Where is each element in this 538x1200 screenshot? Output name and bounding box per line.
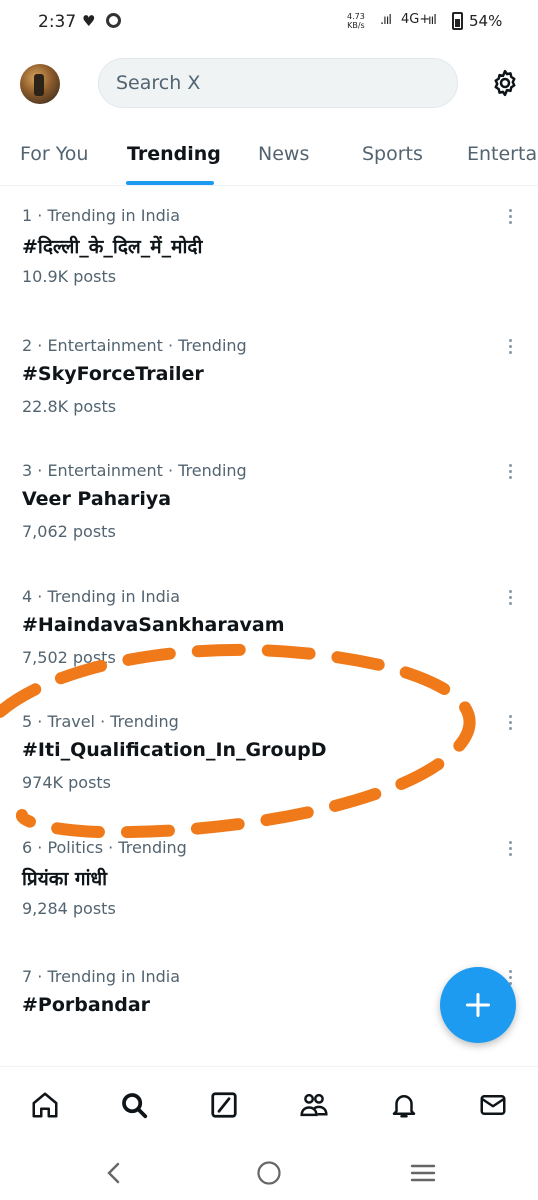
trend-post-count: 7,062 posts xyxy=(22,522,116,541)
more-options-icon[interactable] xyxy=(500,334,520,358)
grok-icon xyxy=(211,1092,237,1118)
mail-icon xyxy=(480,1095,506,1115)
tab-news[interactable]: News xyxy=(258,143,309,165)
more-options-icon[interactable] xyxy=(500,585,520,609)
nav-messages[interactable] xyxy=(475,1087,511,1123)
trend-item[interactable]: 2 · Entertainment · Trending #SkyForceTr… xyxy=(0,336,538,456)
search-input[interactable]: Search X xyxy=(98,58,458,108)
trend-context: 7 · Trending in India xyxy=(22,967,180,986)
trend-context: 6 · Politics · Trending xyxy=(22,838,187,857)
network-speed-unit: KB/s xyxy=(347,21,365,30)
tab-trending[interactable]: Trending xyxy=(127,143,221,165)
battery-level: 54% xyxy=(469,12,503,30)
tab-entertainment[interactable]: Enterta xyxy=(467,143,537,165)
more-options-icon[interactable] xyxy=(500,459,520,483)
nav-grok[interactable] xyxy=(206,1087,242,1123)
trend-item[interactable]: 3 · Entertainment · Trending Veer Pahari… xyxy=(0,461,538,581)
home-icon xyxy=(32,1092,58,1118)
trend-item[interactable]: 4 · Trending in India #HaindavaSankharav… xyxy=(0,587,538,707)
avatar[interactable] xyxy=(20,64,60,104)
trend-item[interactable]: 1 · Trending in India #दिल्ली_के_दिल_में… xyxy=(0,206,538,326)
system-navigation xyxy=(0,1144,538,1200)
network-speed-value: 4.73 xyxy=(347,12,365,21)
network-type: 4G+ xyxy=(401,12,431,27)
bell-icon xyxy=(392,1095,416,1118)
chrome-icon xyxy=(106,13,121,28)
trend-post-count: 7,502 posts xyxy=(22,648,116,667)
recents-icon xyxy=(410,1164,436,1182)
trend-item[interactable]: 6 · Politics · Trending प्रियंका गांधी 9… xyxy=(0,838,538,958)
tab-active-indicator xyxy=(126,181,214,185)
trend-title: Veer Pahariya xyxy=(22,488,172,510)
tab-bar: For You Trending News Sports Enterta xyxy=(0,125,538,186)
back-icon xyxy=(107,1162,120,1184)
trend-title: #Porbandar xyxy=(22,994,151,1016)
signal-icon: .ııl xyxy=(380,13,392,28)
heart-icon: ♥ xyxy=(82,12,96,30)
trend-post-count: 974K posts xyxy=(22,773,112,792)
trend-post-count: 22.8K posts xyxy=(22,397,117,416)
tab-sports[interactable]: Sports xyxy=(362,143,423,165)
search-icon xyxy=(122,1093,148,1119)
trend-title: #दिल्ली_के_दिल_में_मोदी xyxy=(22,236,203,258)
nav-explore[interactable] xyxy=(116,1087,152,1123)
battery-icon xyxy=(452,12,463,30)
network-speed: 4.73 KB/s xyxy=(347,12,365,30)
nav-communities[interactable] xyxy=(296,1087,332,1123)
trend-context: 1 · Trending in India xyxy=(22,206,180,225)
plus-icon xyxy=(465,992,491,1018)
trend-title: #SkyForceTrailer xyxy=(22,363,204,385)
trend-context: 5 · Travel · Trending xyxy=(22,712,179,731)
trend-context: 3 · Entertainment · Trending xyxy=(22,461,247,480)
trend-title: #HaindavaSankharavam xyxy=(22,614,285,636)
gear-icon xyxy=(494,69,516,97)
more-options-icon[interactable] xyxy=(500,836,520,860)
system-back-button[interactable] xyxy=(99,1158,129,1188)
trend-context: 4 · Trending in India xyxy=(22,587,180,606)
system-recents-button[interactable] xyxy=(408,1158,438,1188)
status-bar: 2:37 ♥ 4.73 KB/s .ııl 4G+ ııl 54% xyxy=(0,0,538,44)
nav-home[interactable] xyxy=(27,1087,63,1123)
trend-item[interactable]: 5 · Travel · Trending #Iti_Qualification… xyxy=(0,712,538,832)
trend-post-count: 10.9K posts xyxy=(22,267,117,286)
nav-notifications[interactable] xyxy=(386,1087,422,1123)
trend-post-count: 9,284 posts xyxy=(22,899,116,918)
home-circle-icon xyxy=(257,1161,281,1185)
search-placeholder: Search X xyxy=(116,72,201,94)
communities-icon xyxy=(300,1093,328,1117)
more-options-icon[interactable] xyxy=(500,710,520,734)
more-options-icon[interactable] xyxy=(500,204,520,228)
trend-context: 2 · Entertainment · Trending xyxy=(22,336,247,355)
system-home-button[interactable] xyxy=(254,1158,284,1188)
tab-for-you[interactable]: For You xyxy=(20,143,88,165)
status-time: 2:37 xyxy=(38,12,77,32)
trend-title: प्रियंका गांधी xyxy=(22,868,108,890)
bottom-navigation xyxy=(0,1066,538,1144)
compose-post-button[interactable] xyxy=(440,967,516,1043)
settings-button[interactable] xyxy=(488,66,522,100)
trend-title: #Iti_Qualification_In_GroupD xyxy=(22,739,327,761)
signal-icon-2: ııl xyxy=(428,13,437,28)
